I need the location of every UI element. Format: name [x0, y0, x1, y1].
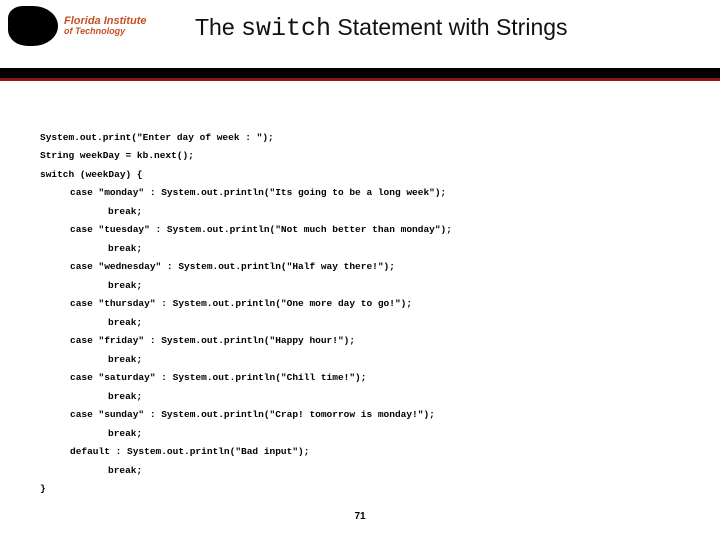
- code-line: switch (weekDay) {: [40, 169, 143, 180]
- title-mono: switch: [241, 14, 331, 43]
- code-line: case "tuesday" : System.out.println("Not…: [40, 221, 452, 240]
- code-line: case "wednesday" : System.out.println("H…: [40, 258, 395, 277]
- fit-wordmark: Florida Institute of Technology: [64, 16, 147, 36]
- code-line: case "saturday" : System.out.println("Ch…: [40, 369, 366, 388]
- page-number: 71: [0, 511, 720, 522]
- header-rule: [0, 68, 720, 81]
- code-line: break;: [40, 425, 142, 444]
- code-line: default : System.out.println("Bad input"…: [40, 443, 309, 462]
- code-line: break;: [40, 351, 142, 370]
- code-line: break;: [40, 240, 142, 259]
- code-line: case "thursday" : System.out.println("On…: [40, 295, 412, 314]
- fit-logo: Florida Institute of Technology: [8, 6, 147, 46]
- panther-icon: [8, 6, 58, 46]
- code-line: case "sunday" : System.out.println("Crap…: [40, 406, 435, 425]
- title-pre: The: [195, 14, 241, 40]
- code-line: case "monday" : System.out.println("Its …: [40, 184, 446, 203]
- code-line: case "friday" : System.out.println("Happ…: [40, 332, 355, 351]
- code-line: break;: [40, 462, 142, 481]
- slide-title: The switch Statement with Strings: [195, 14, 568, 43]
- code-line: break;: [40, 277, 142, 296]
- code-line: break;: [40, 203, 142, 222]
- slide-header: Florida Institute of Technology The swit…: [0, 0, 720, 68]
- logo-line2: of Technology: [64, 27, 147, 36]
- title-post: Statement with Strings: [331, 14, 568, 40]
- code-line: break;: [40, 388, 142, 407]
- code-line: break;: [40, 314, 142, 333]
- code-line: System.out.print("Enter day of week : ")…: [40, 132, 274, 143]
- code-line: String weekDay = kb.next();: [40, 150, 194, 161]
- code-line: }: [40, 483, 46, 494]
- code-block: System.out.print("Enter day of week : ")…: [40, 110, 452, 499]
